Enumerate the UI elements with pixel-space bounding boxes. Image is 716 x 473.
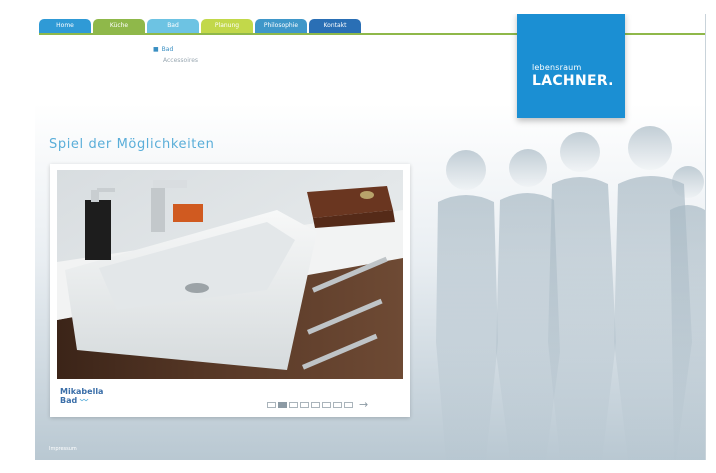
nav-tab-kueche[interactable]: Küche <box>93 19 145 33</box>
image-gallery: Mikabella Bad 〰 → <box>50 164 410 417</box>
subnav-item-bad[interactable]: ■ Bad <box>153 44 198 55</box>
page-title: Spiel der Möglichkeiten <box>49 137 215 152</box>
mikabella-brand-logo[interactable]: Mikabella Bad 〰 <box>60 387 115 411</box>
sub-navigation: ■ Bad Accessoires <box>153 44 198 66</box>
nav-tab-bad[interactable]: Bad <box>147 19 199 33</box>
next-arrow-icon[interactable]: → <box>359 399 368 410</box>
gallery-pagination: → <box>267 399 368 410</box>
page-canvas: Home Küche Bad Planung Philosophie Konta… <box>35 14 705 460</box>
subnav-item-bad-label: Bad <box>161 46 174 53</box>
subnav-item-accessoires[interactable]: Accessoires <box>153 55 198 66</box>
nav-tab-philosophie[interactable]: Philosophie <box>255 19 307 33</box>
gallery-dot-2[interactable] <box>278 402 287 408</box>
swirl-icon: 〰 <box>80 396 89 405</box>
logo-wordmark: LACHNER. <box>532 73 614 89</box>
brand-line-1: Mikabella <box>60 387 104 396</box>
brand-line-2: Bad 〰 <box>60 396 115 405</box>
gallery-dot-4[interactable] <box>300 402 309 408</box>
logo-subtitle: lebensraum <box>532 63 582 72</box>
main-navigation: Home Küche Bad Planung Philosophie Konta… <box>39 19 363 33</box>
nav-tab-kontakt[interactable]: Kontakt <box>309 19 361 33</box>
gallery-dot-8[interactable] <box>344 402 353 408</box>
nav-tab-planung[interactable]: Planung <box>201 19 253 33</box>
nav-tab-home[interactable]: Home <box>39 19 91 33</box>
gallery-photo <box>57 170 403 379</box>
gallery-dot-6[interactable] <box>322 402 331 408</box>
gallery-dot-3[interactable] <box>289 402 298 408</box>
gallery-dot-5[interactable] <box>311 402 320 408</box>
imprint-link[interactable]: Impressum <box>49 446 77 452</box>
gallery-dot-1[interactable] <box>267 402 276 408</box>
gallery-dot-7[interactable] <box>333 402 342 408</box>
brand-line-2-text: Bad <box>60 396 78 405</box>
bullet-icon: ■ <box>153 46 159 53</box>
brand-logo[interactable]: lebensraum LACHNER. <box>517 14 625 118</box>
people-silhouettes <box>436 126 705 460</box>
page-edge <box>705 14 706 460</box>
